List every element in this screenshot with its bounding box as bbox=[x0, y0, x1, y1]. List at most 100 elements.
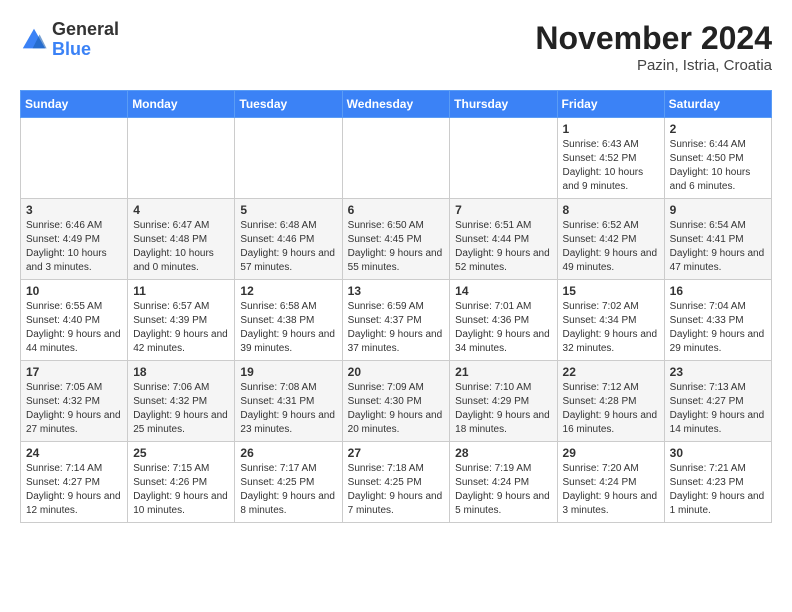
weekday-header: Sunday bbox=[21, 91, 128, 118]
weekday-header: Tuesday bbox=[235, 91, 342, 118]
day-info: Sunrise: 7:06 AM Sunset: 4:32 PM Dayligh… bbox=[133, 381, 229, 437]
calendar-cell: 4 Sunrise: 6:47 AM Sunset: 4:48 PM Daylig… bbox=[128, 199, 235, 280]
calendar-cell bbox=[235, 118, 342, 199]
day-info: Sunrise: 6:57 AM Sunset: 4:39 PM Dayligh… bbox=[133, 300, 229, 356]
logo-icon bbox=[20, 26, 48, 54]
calendar-cell: 6 Sunrise: 6:50 AM Sunset: 4:45 PM Daylig… bbox=[342, 199, 450, 280]
day-info: Sunrise: 6:59 AM Sunset: 4:37 PM Dayligh… bbox=[348, 300, 445, 356]
day-info: Sunrise: 7:01 AM Sunset: 4:36 PM Dayligh… bbox=[455, 300, 551, 356]
calendar-cell: 23Sunrise: 7:13 AM Sunset: 4:27 PM Dayli… bbox=[664, 361, 771, 442]
weekday-header: Monday bbox=[128, 91, 235, 118]
calendar-cell: 26 Sunrise: 7:17 AM Sunset: 4:25 PM Dayli… bbox=[235, 442, 342, 523]
calendar-cell: 18 Sunrise: 7:06 AM Sunset: 4:32 PM Dayli… bbox=[128, 361, 235, 442]
calendar-cell: 24 Sunrise: 7:14 AM Sunset: 4:27 PM Dayli… bbox=[21, 442, 128, 523]
day-number: 24 bbox=[26, 446, 122, 460]
day-number: 2 bbox=[670, 122, 766, 136]
calendar-cell: 5Sunrise: 6:48 AM Sunset: 4:46 PM Daylig… bbox=[235, 199, 342, 280]
logo: General Blue bbox=[20, 20, 119, 60]
day-info: Sunrise: 7:14 AM Sunset: 4:27 PM Dayligh… bbox=[26, 462, 122, 518]
day-info: Sunrise: 7:17 AM Sunset: 4:25 PM Dayligh… bbox=[240, 462, 336, 518]
day-number: 4 bbox=[133, 203, 229, 217]
calendar-cell: 22 Sunrise: 7:12 AM Sunset: 4:28 PM Dayli… bbox=[557, 361, 664, 442]
calendar-cell: 7 Sunrise: 6:51 AM Sunset: 4:44 PM Daylig… bbox=[450, 199, 557, 280]
calendar-cell: 13 Sunrise: 6:59 AM Sunset: 4:37 PM Dayli… bbox=[342, 280, 450, 361]
calendar-cell bbox=[21, 118, 128, 199]
day-info: Sunrise: 6:43 AM Sunset: 4:52 PM Dayligh… bbox=[563, 138, 659, 194]
calendar-cell: 30 Sunrise: 7:21 AM Sunset: 4:23 PM Dayli… bbox=[664, 442, 771, 523]
page-header: General Blue November 2024 Pazin, Istria… bbox=[20, 20, 772, 74]
day-number: 11 bbox=[133, 284, 229, 298]
day-number: 29 bbox=[563, 446, 659, 460]
day-number: 5 bbox=[240, 203, 336, 217]
day-number: 3 bbox=[26, 203, 122, 217]
day-number: 9 bbox=[670, 203, 766, 217]
calendar-cell: 25Sunrise: 7:15 AM Sunset: 4:26 PM Dayli… bbox=[128, 442, 235, 523]
day-number: 19 bbox=[240, 365, 336, 379]
day-info: Sunrise: 6:58 AM Sunset: 4:38 PM Dayligh… bbox=[240, 300, 336, 356]
day-number: 8 bbox=[563, 203, 659, 217]
calendar-cell: 12Sunrise: 6:58 AM Sunset: 4:38 PM Dayli… bbox=[235, 280, 342, 361]
day-number: 13 bbox=[348, 284, 445, 298]
calendar-week-row: 3 Sunrise: 6:46 AM Sunset: 4:49 PM Daylig… bbox=[21, 199, 772, 280]
weekday-header: Saturday bbox=[664, 91, 771, 118]
calendar-cell: 14 Sunrise: 7:01 AM Sunset: 4:36 PM Dayli… bbox=[450, 280, 557, 361]
month-title: November 2024 bbox=[535, 20, 772, 57]
day-info: Sunrise: 7:12 AM Sunset: 4:28 PM Dayligh… bbox=[563, 381, 659, 437]
day-info: Sunrise: 7:02 AM Sunset: 4:34 PM Dayligh… bbox=[563, 300, 659, 356]
calendar-cell: 9 Sunrise: 6:54 AM Sunset: 4:41 PM Daylig… bbox=[664, 199, 771, 280]
day-number: 25 bbox=[133, 446, 229, 460]
calendar-cell: 11 Sunrise: 6:57 AM Sunset: 4:39 PM Dayli… bbox=[128, 280, 235, 361]
day-number: 20 bbox=[348, 365, 445, 379]
day-number: 22 bbox=[563, 365, 659, 379]
calendar-cell bbox=[128, 118, 235, 199]
day-info: Sunrise: 7:09 AM Sunset: 4:30 PM Dayligh… bbox=[348, 381, 445, 437]
calendar-cell: 21 Sunrise: 7:10 AM Sunset: 4:29 PM Dayli… bbox=[450, 361, 557, 442]
day-number: 15 bbox=[563, 284, 659, 298]
day-number: 6 bbox=[348, 203, 445, 217]
logo-general: General bbox=[52, 20, 119, 40]
day-number: 30 bbox=[670, 446, 766, 460]
day-info: Sunrise: 7:10 AM Sunset: 4:29 PM Dayligh… bbox=[455, 381, 551, 437]
day-number: 21 bbox=[455, 365, 551, 379]
calendar-cell: 29 Sunrise: 7:20 AM Sunset: 4:24 PM Dayli… bbox=[557, 442, 664, 523]
day-info: Sunrise: 7:05 AM Sunset: 4:32 PM Dayligh… bbox=[26, 381, 122, 437]
location: Pazin, Istria, Croatia bbox=[535, 57, 772, 74]
day-info: Sunrise: 7:21 AM Sunset: 4:23 PM Dayligh… bbox=[670, 462, 766, 518]
day-info: Sunrise: 6:46 AM Sunset: 4:49 PM Dayligh… bbox=[26, 219, 122, 275]
calendar-cell: 2 Sunrise: 6:44 AM Sunset: 4:50 PM Daylig… bbox=[664, 118, 771, 199]
calendar-cell: 3 Sunrise: 6:46 AM Sunset: 4:49 PM Daylig… bbox=[21, 199, 128, 280]
day-number: 28 bbox=[455, 446, 551, 460]
day-info: Sunrise: 6:50 AM Sunset: 4:45 PM Dayligh… bbox=[348, 219, 445, 275]
day-info: Sunrise: 7:08 AM Sunset: 4:31 PM Dayligh… bbox=[240, 381, 336, 437]
calendar-week-row: 10Sunrise: 6:55 AM Sunset: 4:40 PM Dayli… bbox=[21, 280, 772, 361]
logo-text: General Blue bbox=[52, 20, 119, 60]
day-number: 7 bbox=[455, 203, 551, 217]
calendar-week-row: 17Sunrise: 7:05 AM Sunset: 4:32 PM Dayli… bbox=[21, 361, 772, 442]
day-info: Sunrise: 6:55 AM Sunset: 4:40 PM Dayligh… bbox=[26, 300, 122, 356]
day-info: Sunrise: 6:54 AM Sunset: 4:41 PM Dayligh… bbox=[670, 219, 766, 275]
day-info: Sunrise: 7:18 AM Sunset: 4:25 PM Dayligh… bbox=[348, 462, 445, 518]
day-number: 27 bbox=[348, 446, 445, 460]
day-info: Sunrise: 7:20 AM Sunset: 4:24 PM Dayligh… bbox=[563, 462, 659, 518]
day-info: Sunrise: 7:13 AM Sunset: 4:27 PM Dayligh… bbox=[670, 381, 766, 437]
day-number: 26 bbox=[240, 446, 336, 460]
calendar-cell bbox=[342, 118, 450, 199]
calendar-cell: 8Sunrise: 6:52 AM Sunset: 4:42 PM Daylig… bbox=[557, 199, 664, 280]
calendar-cell: 15 Sunrise: 7:02 AM Sunset: 4:34 PM Dayli… bbox=[557, 280, 664, 361]
calendar-cell: 27 Sunrise: 7:18 AM Sunset: 4:25 PM Dayli… bbox=[342, 442, 450, 523]
calendar-week-row: 24 Sunrise: 7:14 AM Sunset: 4:27 PM Dayli… bbox=[21, 442, 772, 523]
weekday-header: Wednesday bbox=[342, 91, 450, 118]
calendar-header-row: SundayMondayTuesdayWednesdayThursdayFrid… bbox=[21, 91, 772, 118]
day-info: Sunrise: 6:51 AM Sunset: 4:44 PM Dayligh… bbox=[455, 219, 551, 275]
title-block: November 2024 Pazin, Istria, Croatia bbox=[535, 20, 772, 74]
calendar-cell: 1Sunrise: 6:43 AM Sunset: 4:52 PM Daylig… bbox=[557, 118, 664, 199]
calendar-cell bbox=[450, 118, 557, 199]
calendar-cell: 10Sunrise: 6:55 AM Sunset: 4:40 PM Dayli… bbox=[21, 280, 128, 361]
day-info: Sunrise: 6:47 AM Sunset: 4:48 PM Dayligh… bbox=[133, 219, 229, 275]
weekday-header: Friday bbox=[557, 91, 664, 118]
day-number: 14 bbox=[455, 284, 551, 298]
logo-blue: Blue bbox=[52, 40, 119, 60]
day-info: Sunrise: 6:44 AM Sunset: 4:50 PM Dayligh… bbox=[670, 138, 766, 194]
day-number: 18 bbox=[133, 365, 229, 379]
calendar-cell: 16Sunrise: 7:04 AM Sunset: 4:33 PM Dayli… bbox=[664, 280, 771, 361]
